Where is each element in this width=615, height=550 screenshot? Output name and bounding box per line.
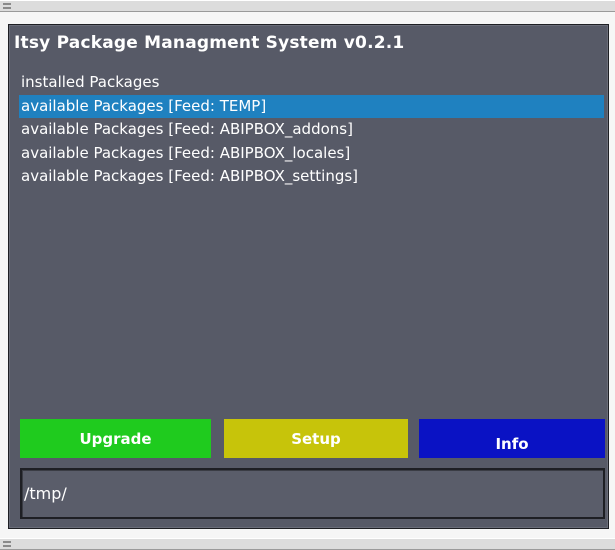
setup-button[interactable]: Setup [224,419,408,458]
package-source-list: installed Packages available Packages [F… [19,71,604,189]
current-path-value: /tmp/ [24,484,67,503]
menu-item-feed-temp[interactable]: available Packages [Feed: TEMP] [19,94,604,118]
menu-grip-icon[interactable] [3,3,11,9]
top-window-bar [0,0,615,12]
info-button-label: Info [495,434,529,453]
menu-item-feed-abipbox-settings[interactable]: available Packages [Feed: ABIPBOX_settin… [19,165,604,189]
bottom-window-bar [0,538,615,550]
menu-item-feed-abipbox-addons[interactable]: available Packages [Feed: ABIPBOX_addons… [19,118,604,142]
screen: Itsy Package Managment System v0.2.1 ins… [0,0,615,550]
menu-item-installed-packages[interactable]: installed Packages [19,71,604,95]
action-button-row: Upgrade Setup Info [20,419,605,458]
window-title: Itsy Package Managment System v0.2.1 [14,33,405,53]
upgrade-button[interactable]: Upgrade [20,419,211,458]
info-button[interactable]: Info [419,419,605,458]
package-manager-window: Itsy Package Managment System v0.2.1 ins… [8,24,609,529]
menu-grip-icon-bottom[interactable] [3,541,11,547]
current-path-field[interactable]: /tmp/ [20,468,605,519]
menu-item-feed-abipbox-locales[interactable]: available Packages [Feed: ABIPBOX_locale… [19,142,604,166]
